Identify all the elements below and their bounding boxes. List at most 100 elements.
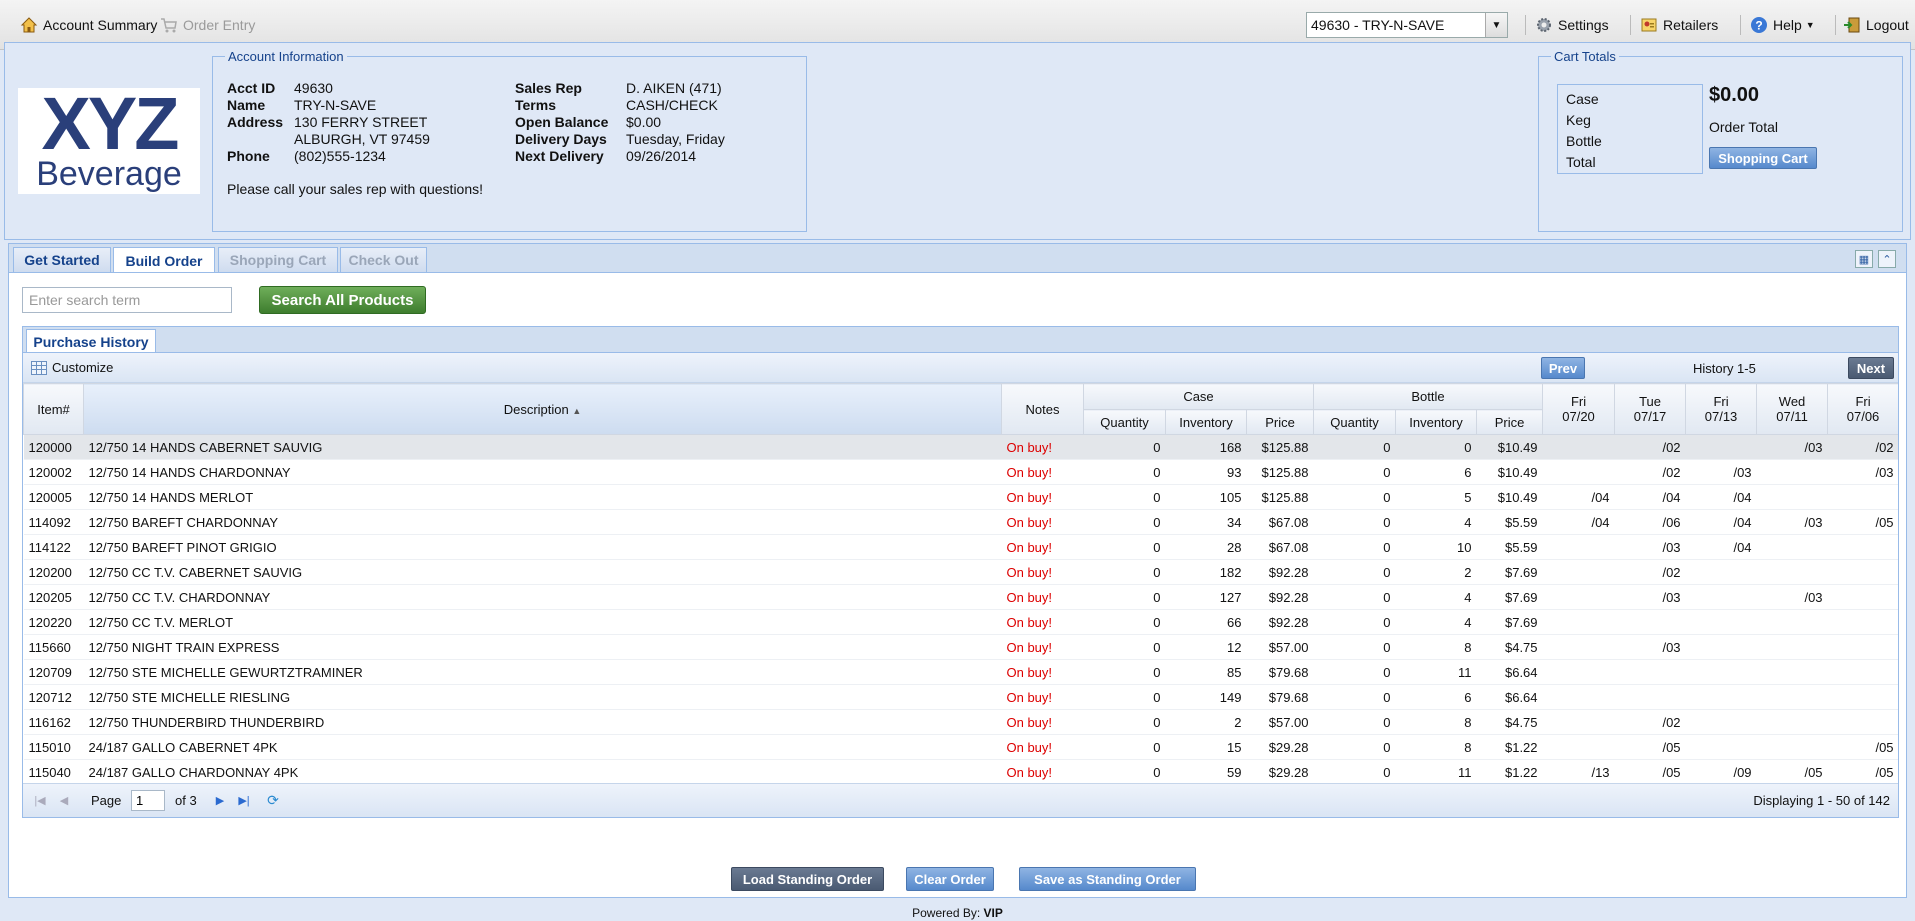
retailers-button[interactable]: Retailers — [1640, 12, 1718, 38]
column-header-history-5[interactable]: Fri 07/06 — [1827, 383, 1898, 435]
column-header-bottle-price[interactable]: Price — [1475, 409, 1544, 435]
history-cell — [1614, 659, 1686, 685]
table-row[interactable]: 120220 12/750 CC T.V. MERLOT On buy! 0 66 $92… — [23, 609, 1898, 635]
bottle-quantity-cell[interactable]: 0 — [1313, 734, 1396, 760]
prev-page-icon[interactable]: ◀ — [57, 793, 71, 807]
case-quantity-cell[interactable]: 0 — [1083, 434, 1166, 460]
description-cell: 12/750 CC T.V. CHARDONNAY — [83, 584, 1002, 610]
table-row[interactable]: 120000 12/750 14 HANDS CABERNET SAUVIG On … — [23, 434, 1898, 460]
table-row[interactable]: 115040 24/187 GALLO CHARDONNAY 4PK On buy!… — [23, 759, 1898, 785]
bottle-quantity-cell[interactable]: 0 — [1313, 434, 1396, 460]
bottle-inventory-cell: 10 — [1395, 534, 1477, 560]
case-quantity-cell[interactable]: 0 — [1083, 534, 1166, 560]
case-quantity-cell[interactable]: 0 — [1083, 659, 1166, 685]
bottle-quantity-cell[interactable]: 0 — [1313, 634, 1396, 660]
refresh-icon[interactable]: ⟳ — [266, 792, 280, 808]
collapse-icon[interactable]: ⌃ — [1878, 250, 1896, 268]
case-quantity-cell[interactable]: 0 — [1083, 584, 1166, 610]
history-cell: /04 — [1685, 534, 1757, 560]
case-quantity-cell[interactable]: 0 — [1083, 634, 1166, 660]
save-as-standing-order-button[interactable]: Save as Standing Order — [1019, 867, 1196, 891]
case-quantity-cell[interactable]: 0 — [1083, 459, 1166, 485]
next-page-icon[interactable]: ▶ — [213, 793, 227, 807]
case-price-cell: $92.28 — [1246, 584, 1314, 610]
clear-order-button[interactable]: Clear Order — [906, 867, 994, 891]
table-row[interactable]: 114092 12/750 BAREFT CHARDONNAY On buy! 0 34… — [23, 509, 1898, 535]
case-quantity-cell[interactable]: 0 — [1083, 484, 1166, 510]
column-header-history-1[interactable]: Fri 07/20 — [1542, 383, 1616, 435]
column-header-bottle-quantity[interactable]: Quantity — [1313, 409, 1396, 435]
column-header-bottle-inventory[interactable]: Inventory — [1395, 409, 1477, 435]
case-quantity-cell[interactable]: 0 — [1083, 609, 1166, 635]
customize-button[interactable]: Customize — [31, 360, 113, 375]
column-header-case-quantity[interactable]: Quantity — [1083, 409, 1166, 435]
table-icon — [31, 360, 47, 375]
case-quantity-cell[interactable]: 0 — [1083, 559, 1166, 585]
case-price-cell: $125.88 — [1246, 459, 1314, 485]
account-summary-button[interactable]: Account Summary — [20, 12, 157, 38]
logout-button[interactable]: Logout — [1843, 12, 1909, 38]
column-header-history-3[interactable]: Fri 07/13 — [1685, 383, 1758, 435]
last-page-icon[interactable]: ▶| — [237, 793, 251, 807]
tab-purchase-history[interactable]: Purchase History — [26, 329, 156, 353]
table-row[interactable]: 120002 12/750 14 HANDS CHARDONNAY On buy! 0… — [23, 459, 1898, 485]
bottle-quantity-cell[interactable]: 0 — [1313, 759, 1396, 785]
order-entry-button[interactable]: Order Entry — [160, 12, 255, 38]
history-cell — [1685, 684, 1757, 710]
column-header-case-price[interactable]: Price — [1246, 409, 1314, 435]
case-quantity-cell[interactable]: 0 — [1083, 509, 1166, 535]
table-row[interactable]: 115010 24/187 GALLO CABERNET 4PK On buy! 0 1… — [23, 734, 1898, 760]
column-header-history-2[interactable]: Tue 07/17 — [1614, 383, 1687, 435]
next-history-button[interactable]: Next — [1848, 357, 1894, 379]
bottle-quantity-cell[interactable]: 0 — [1313, 559, 1396, 585]
history-cell: /02 — [1614, 434, 1686, 460]
column-header-description[interactable]: Description ▲ — [83, 383, 1002, 435]
search-all-products-button[interactable]: Search All Products — [259, 286, 426, 314]
column-header-case-inventory[interactable]: Inventory — [1165, 409, 1247, 435]
tab-build-order[interactable]: Build Order — [113, 247, 215, 273]
case-quantity-cell[interactable]: 0 — [1083, 734, 1166, 760]
help-menu-button[interactable]: ? Help ▼ — [1750, 12, 1815, 38]
tab-shopping-cart[interactable]: Shopping Cart — [218, 247, 338, 272]
chevron-down-icon[interactable]: ▼ — [1485, 13, 1507, 37]
bottle-quantity-cell[interactable]: 0 — [1313, 534, 1396, 560]
bottle-quantity-cell[interactable]: 0 — [1313, 459, 1396, 485]
grid-view-icon[interactable]: ▦ — [1855, 250, 1873, 268]
tab-check-out[interactable]: Check Out — [340, 247, 427, 272]
prev-history-button[interactable]: Prev — [1541, 357, 1585, 379]
column-header-item[interactable]: Item# — [23, 383, 84, 435]
case-quantity-cell[interactable]: 0 — [1083, 684, 1166, 710]
table-row[interactable]: 116162 12/750 THUNDERBIRD THUNDERBIRD On b… — [23, 709, 1898, 735]
column-header-history-4[interactable]: Wed 07/11 — [1756, 383, 1829, 435]
table-row[interactable]: 120712 12/750 STE MICHELLE RIESLING On buy… — [23, 684, 1898, 710]
case-quantity-cell[interactable]: 0 — [1083, 709, 1166, 735]
settings-button[interactable]: Settings — [1535, 12, 1609, 38]
bottle-price-cell: $7.69 — [1476, 559, 1543, 585]
page-number-input[interactable] — [131, 790, 165, 811]
table-row[interactable]: 120709 12/750 STE MICHELLE GEWURTZTRAMINE… — [23, 659, 1898, 685]
table-row[interactable]: 120005 12/750 14 HANDS MERLOT On buy! 0 105 $… — [23, 484, 1898, 510]
history-cell: /02 — [1614, 459, 1686, 485]
bottle-quantity-cell[interactable]: 0 — [1313, 684, 1396, 710]
history-cell: /03 — [1827, 459, 1898, 485]
shopping-cart-button[interactable]: Shopping Cart — [1709, 147, 1817, 169]
bottle-quantity-cell[interactable]: 0 — [1313, 584, 1396, 610]
table-row[interactable]: 120200 12/750 CC T.V. CABERNET SAUVIG On b… — [23, 559, 1898, 585]
table-row[interactable]: 120205 12/750 CC T.V. CHARDONNAY On buy! 0 1… — [23, 584, 1898, 610]
bottle-quantity-cell[interactable]: 0 — [1313, 659, 1396, 685]
bottle-quantity-cell[interactable]: 0 — [1313, 709, 1396, 735]
tab-get-started[interactable]: Get Started — [13, 247, 111, 272]
description-cell: 12/750 STE MICHELLE GEWURTZTRAMINER — [83, 659, 1002, 685]
table-row[interactable]: 115660 12/750 NIGHT TRAIN EXPRESS On buy! 0… — [23, 634, 1898, 660]
bottle-quantity-cell[interactable]: 0 — [1313, 509, 1396, 535]
case-quantity-cell[interactable]: 0 — [1083, 759, 1166, 785]
search-input[interactable]: Enter search term — [22, 287, 232, 313]
bottle-quantity-cell[interactable]: 0 — [1313, 609, 1396, 635]
column-header-notes[interactable]: Notes — [1001, 383, 1084, 435]
bottle-quantity-cell[interactable]: 0 — [1313, 484, 1396, 510]
load-standing-order-button[interactable]: Load Standing Order — [731, 867, 884, 891]
account-select[interactable]: 49630 - TRY-N-SAVE ▼ — [1306, 12, 1508, 38]
svg-text:?: ? — [1755, 19, 1762, 33]
table-row[interactable]: 114122 12/750 BAREFT PINOT GRIGIO On buy! 0… — [23, 534, 1898, 560]
first-page-icon[interactable]: |◀ — [33, 793, 47, 807]
